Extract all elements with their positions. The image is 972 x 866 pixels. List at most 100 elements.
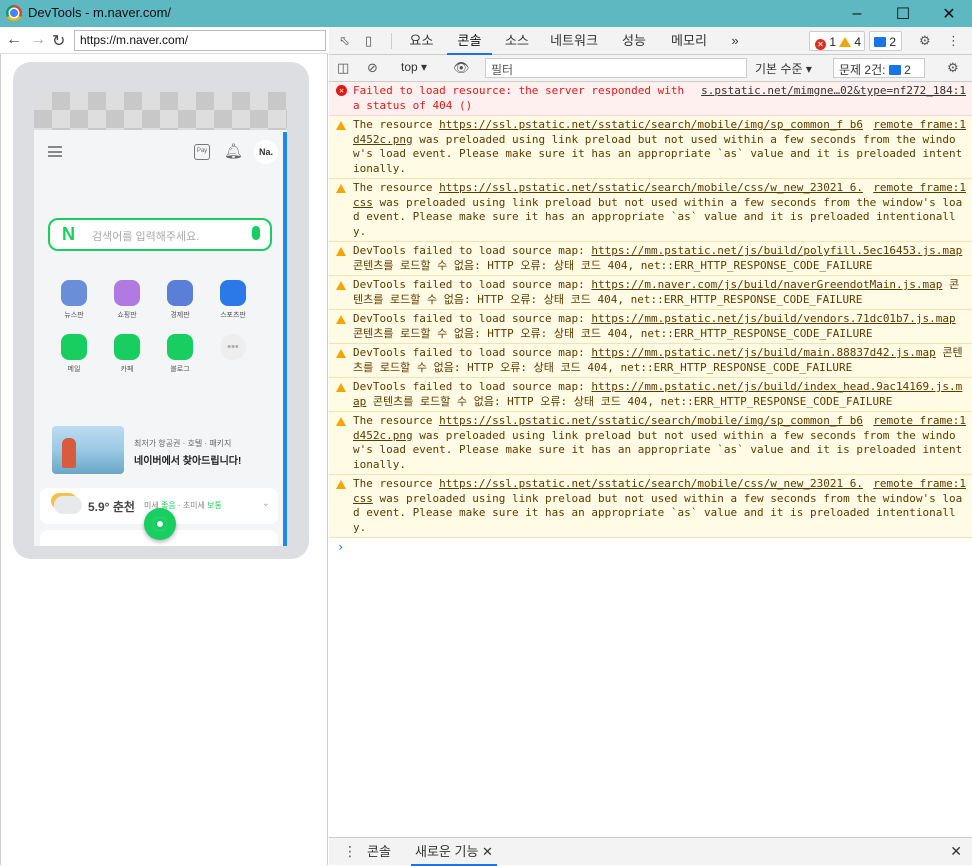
message-source-link[interactable]: remote frame:1	[873, 414, 966, 429]
warning-icon	[336, 184, 346, 193]
title-bar: DevTools - m.naver.com/ – ☐ ✕	[0, 0, 972, 27]
inspect-element-icon[interactable]: ⬁	[339, 33, 355, 49]
console-message: DevTools failed to load source map: http…	[329, 276, 972, 310]
warning-icon	[336, 349, 346, 358]
minimize-button[interactable]: –	[834, 0, 880, 27]
message-prefix: The resource	[353, 118, 440, 131]
console-message: DevTools failed to load source map: http…	[329, 242, 972, 276]
drawer-tab-console[interactable]: 콘솔	[367, 838, 391, 866]
log-level-selector[interactable]: 기본 수준 ▾	[755, 60, 812, 77]
error-warning-counter[interactable]: ✕ 1 4	[809, 31, 865, 51]
message-suffix: was preloaded using link preload but not…	[353, 491, 963, 534]
tab-4[interactable]: 성능	[617, 27, 651, 55]
close-tab-icon[interactable]: ✕	[482, 844, 493, 859]
page-scrollbar[interactable]	[283, 132, 287, 546]
service-0[interactable]: 뉴스판	[54, 280, 94, 320]
service-3[interactable]: 스포츠판	[213, 280, 253, 320]
filter-input[interactable]: 필터	[485, 58, 747, 78]
close-window-button[interactable]: ✕	[926, 0, 972, 27]
warning-icon	[336, 480, 346, 489]
service-7[interactable]: •••	[213, 334, 253, 364]
clear-console-icon[interactable]: ⊘	[367, 60, 378, 76]
message-suffix: 콘텐츠를 로드할 수 없음: HTTP 오류: 상태 코드 404, net::…	[353, 326, 873, 340]
message-prefix: The resource	[353, 477, 440, 490]
banner-title: 네이버에서 찾아드립니다!	[134, 456, 242, 467]
chrome-logo-icon	[6, 5, 22, 21]
tab-3[interactable]: 네트워크	[545, 27, 603, 55]
news-icon	[61, 280, 87, 306]
forward-arrow-icon[interactable]: →	[30, 31, 46, 49]
device-toolbar-icon[interactable]: ▯	[365, 33, 381, 49]
pay-icon[interactable]: Pay	[194, 144, 210, 160]
url-field[interactable]: https://m.naver.com/	[74, 30, 326, 51]
message-url-link[interactable]: https://mm.pstatic.net/js/build/main.888…	[591, 346, 935, 359]
error-icon: ✕	[815, 39, 826, 50]
drawer-tab-whats-new[interactable]: 새로운 기능 ✕	[411, 838, 497, 866]
tab-1[interactable]: 콘솔	[447, 27, 492, 55]
issues-button[interactable]: 문제 2건: 2	[833, 58, 925, 78]
banner-image	[52, 426, 124, 474]
message-url-link[interactable]: https://m.naver.com/js/build/naverGreend…	[591, 278, 942, 291]
close-drawer-icon[interactable]: ✕	[950, 843, 962, 860]
context-selector[interactable]: top ▾	[401, 60, 427, 74]
message-suffix: was preloaded using link preload but not…	[353, 195, 963, 238]
chevron-down-icon[interactable]: ⌄	[262, 498, 270, 509]
service-label: 스포츠판	[220, 312, 246, 319]
address-bar: ← → ↻ https://m.naver.com/	[0, 27, 328, 54]
message-source-link[interactable]: remote frame:1	[873, 118, 966, 133]
console-settings-gear-icon[interactable]: ⚙	[947, 60, 959, 76]
message-prefix: DevTools failed to load source map:	[353, 346, 592, 359]
greendot-button[interactable]	[144, 508, 176, 540]
device-screen: Pay 🔔︎ Na. N 검색어를 입력해주세요. 뉴스판 쇼핑판 경제판 스포츠판메…	[34, 92, 287, 546]
search-placeholder: 검색어를 입력해주세요.	[92, 231, 200, 243]
travel-banner[interactable]: 최저가 항공권 · 호텔 · 패키지 네이버에서 찾아드립니다!	[52, 426, 266, 478]
message-url-link[interactable]: https://mm.pstatic.net/js/build/polyfill…	[591, 244, 962, 257]
naver-mobile-page: Pay 🔔︎ Na. N 검색어를 입력해주세요. 뉴스판 쇼핑판 경제판 스포츠판메…	[34, 130, 283, 546]
service-label: 블로그	[170, 366, 190, 373]
kebab-menu-icon[interactable]: ⋮	[947, 33, 963, 49]
console-message: DevTools failed to load source map: http…	[329, 310, 972, 344]
message-source-link[interactable]: remote frame:1	[873, 477, 966, 492]
console-toolbar: ◫ ⊘ top ▾ 👁︎ 필터 기본 수준 ▾ 문제 2건: 2 ⚙	[329, 55, 972, 82]
gear-icon[interactable]: ⚙	[919, 33, 935, 49]
service-4[interactable]: 메일	[54, 334, 94, 374]
bell-icon[interactable]: 🔔︎	[224, 142, 243, 160]
tab-2[interactable]: 소스	[497, 27, 537, 55]
mic-icon[interactable]	[252, 226, 260, 240]
device-frame: Pay 🔔︎ Na. N 검색어를 입력해주세요. 뉴스판 쇼핑판 경제판 스포츠판메…	[13, 62, 309, 559]
more-tabs-button[interactable]: »	[725, 27, 745, 55]
service-label: 경제판	[170, 312, 190, 319]
devtools-panel: ⬁ ▯ 요소 콘솔 소스 네트워크 성능 메모리 » ✕ 1 4 2 ⚙ ⋮ ◫ ⊘ to…	[329, 27, 972, 866]
warning-icon	[839, 37, 851, 47]
console-prompt[interactable]: ›	[329, 538, 972, 557]
error-icon: ✕	[336, 85, 347, 96]
tab-5[interactable]: 메모리	[665, 27, 713, 55]
search-box[interactable]: N 검색어를 입력해주세요.	[48, 218, 272, 251]
service-label: 뉴스판	[64, 312, 84, 319]
message-suffix: 콘텐츠를 로드할 수 없음: HTTP 오류: 상태 코드 404, net::…	[366, 394, 893, 408]
avatar[interactable]: Na.	[254, 140, 278, 164]
tab-0[interactable]: 요소	[399, 27, 444, 55]
service-label: 쇼핑판	[117, 312, 137, 319]
message-source-link[interactable]: s.pstatic.net/mimgne…02&type=nf272_184:1	[701, 84, 966, 99]
service-2[interactable]: 경제판	[160, 280, 200, 320]
shopping-bag-icon	[114, 280, 140, 306]
weather-cloud-icon	[54, 496, 82, 514]
reload-icon[interactable]: ↻	[52, 31, 65, 51]
warning-icon	[336, 281, 346, 290]
message-text: Failed to load resource: the server resp…	[353, 84, 685, 112]
back-arrow-icon[interactable]: ←	[6, 31, 22, 49]
drawer-menu-icon[interactable]: ⋮	[343, 843, 357, 860]
message-prefix: DevTools failed to load source map:	[353, 278, 592, 291]
maximize-button[interactable]: ☐	[880, 0, 926, 27]
service-6[interactable]: 블로그	[160, 334, 200, 374]
service-5[interactable]: 카페	[107, 334, 147, 374]
console-message: remote frame:1 The resource https://ssl.p…	[329, 475, 972, 538]
service-1[interactable]: 쇼핑판	[107, 280, 147, 320]
issues-counter[interactable]: 2	[869, 31, 902, 51]
sidebar-toggle-icon[interactable]: ◫	[337, 60, 349, 76]
menu-icon[interactable]	[48, 146, 62, 157]
message-url-link[interactable]: https://mm.pstatic.net/js/build/vendors.…	[591, 312, 955, 325]
eye-icon[interactable]: 👁︎	[453, 60, 470, 76]
message-source-link[interactable]: remote frame:1	[873, 181, 966, 196]
